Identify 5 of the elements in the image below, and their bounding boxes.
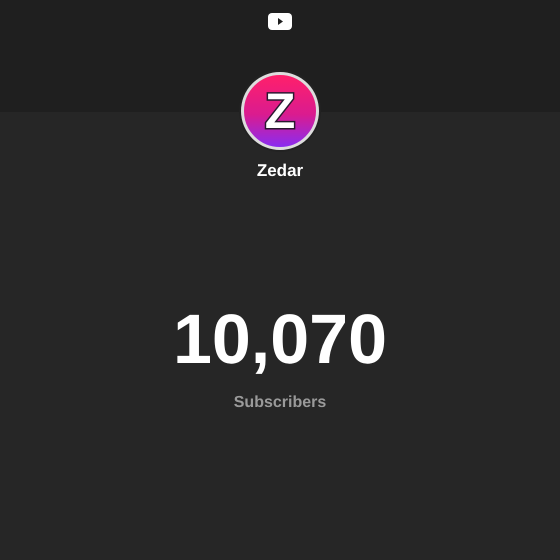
subscribers-label: Subscribers xyxy=(234,394,326,412)
channel-avatar: Z xyxy=(240,72,319,150)
channel-name: Zedar xyxy=(256,161,304,181)
subscriber-count: 10,070 xyxy=(172,304,388,374)
play-icon xyxy=(268,13,292,30)
